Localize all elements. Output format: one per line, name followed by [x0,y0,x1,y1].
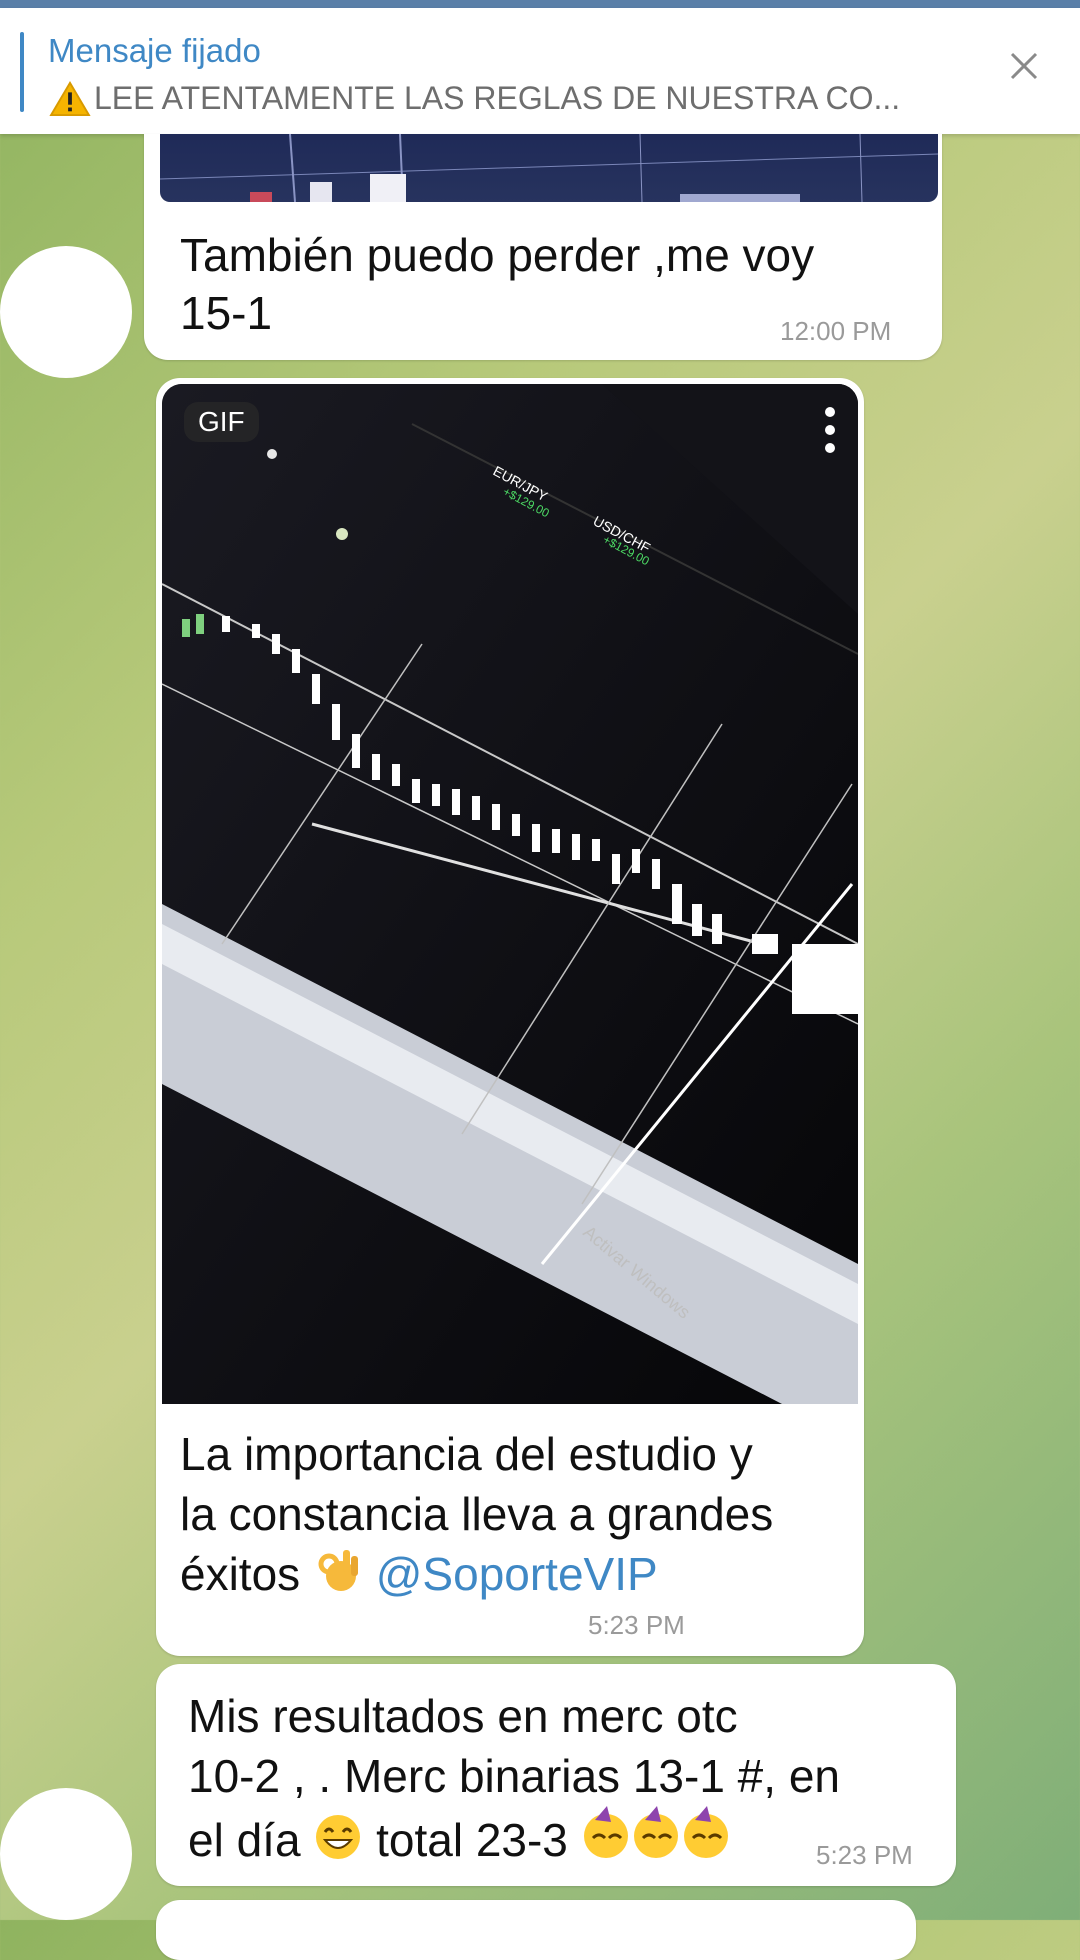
top-bar-edge [0,0,1080,8]
message-time: 5:23 PM [588,1610,685,1640]
message-line-text: total 23-3 [376,1814,568,1866]
gif-badge: GIF [184,402,259,442]
message-bubble[interactable] [156,1900,916,1960]
message-line-text: éxitos [180,1548,301,1600]
grin-emoji [316,1815,361,1859]
chart-image-fragment [160,134,938,202]
avatar[interactable] [0,246,132,378]
pinned-text: LEE ATENTAMENTE LAS REGLAS DE NUESTRA CO… [48,80,900,117]
message-time: 12:00 PM [780,316,892,346]
gif-preview: EUR/JPY USD/CHF +$129.00 +$129.00 Activa… [162,384,858,1404]
pinned-message-bar[interactable]: Mensaje fijado LEE ATENTAMENTE LAS REGLA… [0,8,1080,134]
message-line: También puedo perder ,me voy [180,229,815,281]
pinned-indicator [20,32,24,112]
message-line: éxitos @SoporteVIP [180,1544,850,1604]
message-text: La importancia del estudio y la constanc… [180,1424,850,1604]
pinned-text-content: LEE ATENTAMENTE LAS REGLAS DE NUESTRA CO… [94,80,901,116]
close-icon[interactable] [1002,44,1046,88]
message-bubble[interactable]: EUR/JPY USD/CHF +$129.00 +$129.00 Activa… [156,378,864,1656]
mention-link[interactable]: @SoporteVIP [376,1548,658,1600]
message-bubble[interactable]: Mis resultados en merc otc 10-2 , . Merc… [156,1664,956,1886]
message-image[interactable] [160,134,938,202]
message-line: Mis resultados en merc otc [188,1690,738,1742]
party-face-emoji [583,1806,728,1858]
gif-media[interactable]: EUR/JPY USD/CHF +$129.00 +$129.00 Activa… [162,384,858,1404]
avatar[interactable] [0,1788,132,1920]
message-line: la constancia lleva a grandes [180,1488,774,1540]
pinned-title: Mensaje fijado [48,32,261,69]
message-line-text: el día [188,1814,301,1866]
message-line: La importancia del estudio y [180,1428,753,1480]
message-bubble[interactable]: También puedo perder ,me voy 15-1 12:00 … [144,134,942,360]
message-line: 10-2 , . Merc binarias 13-1 #, en [188,1750,840,1802]
more-vert-icon[interactable] [822,404,838,456]
ok-hand-emoji [318,1550,358,1591]
warning-icon [49,80,91,116]
message-time: 5:23 PM [816,1840,913,1870]
